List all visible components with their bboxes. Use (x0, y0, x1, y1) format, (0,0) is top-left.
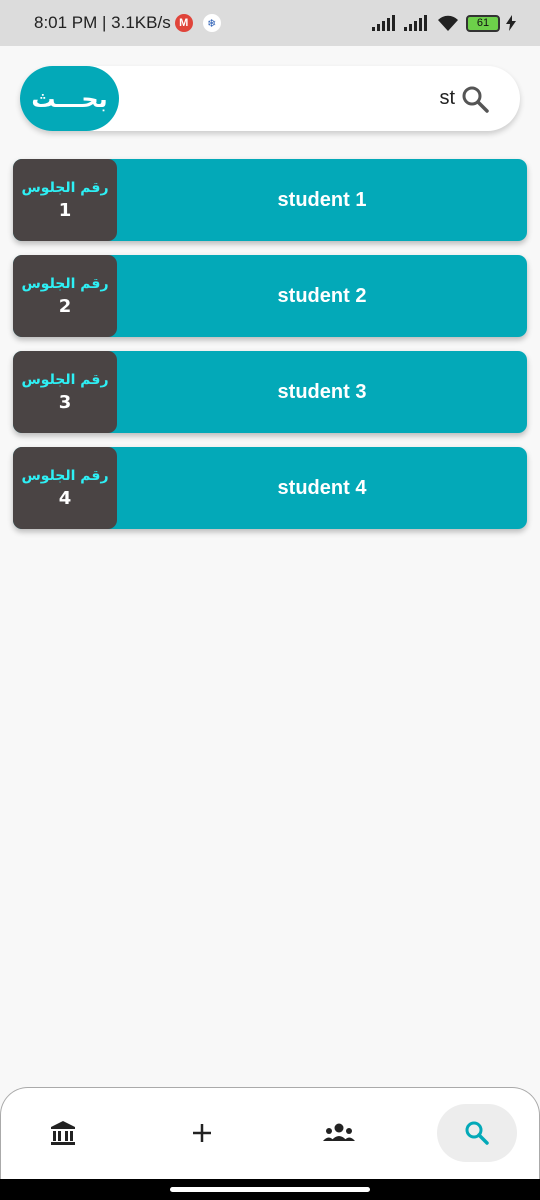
student-card[interactable]: رقم الجلوس 1 student 1 (13, 159, 527, 241)
seat-label: رقم الجلوس (21, 179, 109, 196)
seat-label: رقم الجلوس (21, 275, 109, 292)
status-right: 61 (372, 14, 516, 32)
institution-icon (51, 1121, 75, 1145)
battery-icon: 61 (466, 14, 500, 32)
status-bar: 8:01 PM | 3.1KB/s M ❄ 61 (0, 0, 540, 46)
charging-icon (506, 15, 516, 31)
seat-box: رقم الجلوس 3 (13, 351, 117, 433)
home-indicator[interactable] (170, 1187, 370, 1192)
signal-icon-2 (404, 15, 427, 31)
search-icon[interactable] (460, 84, 490, 114)
status-time-speed: 8:01 PM | 3.1KB/s (34, 13, 171, 32)
search-button[interactable]: بحـــث (20, 66, 119, 131)
student-card[interactable]: رقم الجلوس 2 student 2 (13, 255, 527, 337)
seat-box: رقم الجلوس 1 (13, 159, 117, 241)
mail-notification-icon: M (174, 14, 193, 32)
nav-item-students[interactable] (299, 1104, 379, 1162)
student-name: student 3 (277, 380, 367, 403)
nav-item-search[interactable] (437, 1104, 517, 1162)
student-name: student 2 (277, 284, 367, 307)
seat-label: رقم الجلوس (21, 371, 109, 388)
seat-number: 4 (58, 487, 72, 509)
seat-number: 3 (58, 391, 72, 413)
snowflake-notification-icon: ❄ (202, 14, 221, 32)
group-icon (323, 1123, 355, 1141)
seat-number: 2 (58, 295, 72, 317)
signal-icon (372, 15, 395, 31)
seat-box: رقم الجلوس 4 (13, 447, 117, 529)
search-input[interactable] (130, 78, 455, 118)
student-list: رقم الجلوس 1 student 1 رقم الجلوس 2 stud… (13, 159, 527, 543)
seat-box: رقم الجلوس 2 (13, 255, 117, 337)
plus-icon (193, 1124, 211, 1142)
bottom-nav (0, 1087, 540, 1179)
wifi-icon (438, 15, 458, 31)
status-left: 8:01 PM | 3.1KB/s M ❄ (34, 13, 221, 33)
student-card[interactable]: رقم الجلوس 3 student 3 (13, 351, 527, 433)
seat-label: رقم الجلوس (21, 467, 109, 484)
nav-item-home[interactable] (23, 1104, 103, 1162)
search-bar: بحـــث (20, 66, 520, 131)
search-icon (465, 1121, 489, 1145)
seat-number: 1 (58, 199, 72, 221)
student-name: student 4 (277, 476, 367, 499)
student-name: student 1 (277, 188, 367, 211)
nav-item-add[interactable] (162, 1104, 242, 1162)
student-card[interactable]: رقم الجلوس 4 student 4 (13, 447, 527, 529)
